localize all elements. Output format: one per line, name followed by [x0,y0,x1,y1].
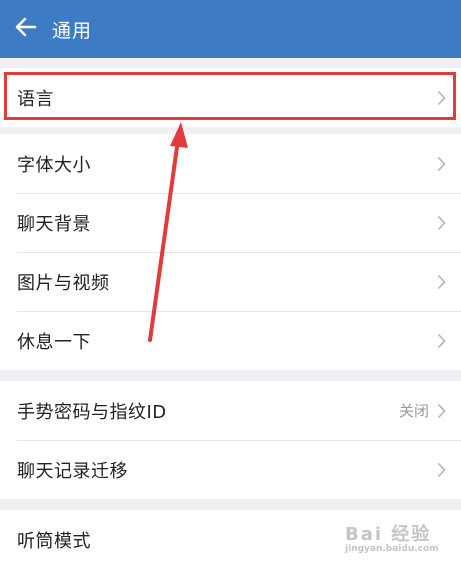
chevron-right-icon [437,274,447,290]
row-label: 聊天记录迁移 [17,460,128,482]
arrow-left-icon [15,17,37,41]
chevron-right-icon [437,90,447,106]
row-label: 图片与视频 [17,272,110,294]
row-label: 休息一下 [17,331,91,353]
settings-group-language: 语言 [0,68,461,127]
settings-group-security: 手势密码与指纹ID 关闭 聊天记录迁移 [0,381,461,499]
settings-row-take-a-break[interactable]: 休息一下 [0,311,461,370]
watermark-logo: Bai 经验 jingyan.baidu.com [345,518,455,556]
top-bar: 通用 [0,0,461,58]
settings-row-photos-videos[interactable]: 图片与视频 [0,252,461,311]
row-label: 语言 [17,88,54,110]
settings-row-gesture-password[interactable]: 手势密码与指纹ID 关闭 [0,381,461,440]
chevron-right-icon [437,156,447,172]
settings-row-language[interactable]: 语言 [0,68,461,127]
watermark-sub-text: jingyan.baidu.com [345,544,439,554]
row-value: 关闭 [398,402,429,420]
chevron-right-icon [437,333,447,349]
row-label: 聊天背景 [17,213,91,235]
settings-group-display: 字体大小 聊天背景 图片与视频 休息一下 [0,134,461,370]
chevron-right-icon [437,462,447,478]
page-title: 通用 [52,19,93,42]
back-button[interactable] [0,0,52,58]
settings-row-font-size[interactable]: 字体大小 [0,134,461,193]
watermark-text: Bai 经验 [345,524,432,545]
settings-row-chat-background[interactable]: 聊天背景 [0,193,461,252]
row-label: 手势密码与指纹ID [17,401,167,423]
settings-row-chat-migration[interactable]: 聊天记录迁移 [0,440,461,499]
row-label: 字体大小 [17,154,91,176]
chevron-right-icon [437,215,447,231]
chevron-right-icon [437,403,447,419]
